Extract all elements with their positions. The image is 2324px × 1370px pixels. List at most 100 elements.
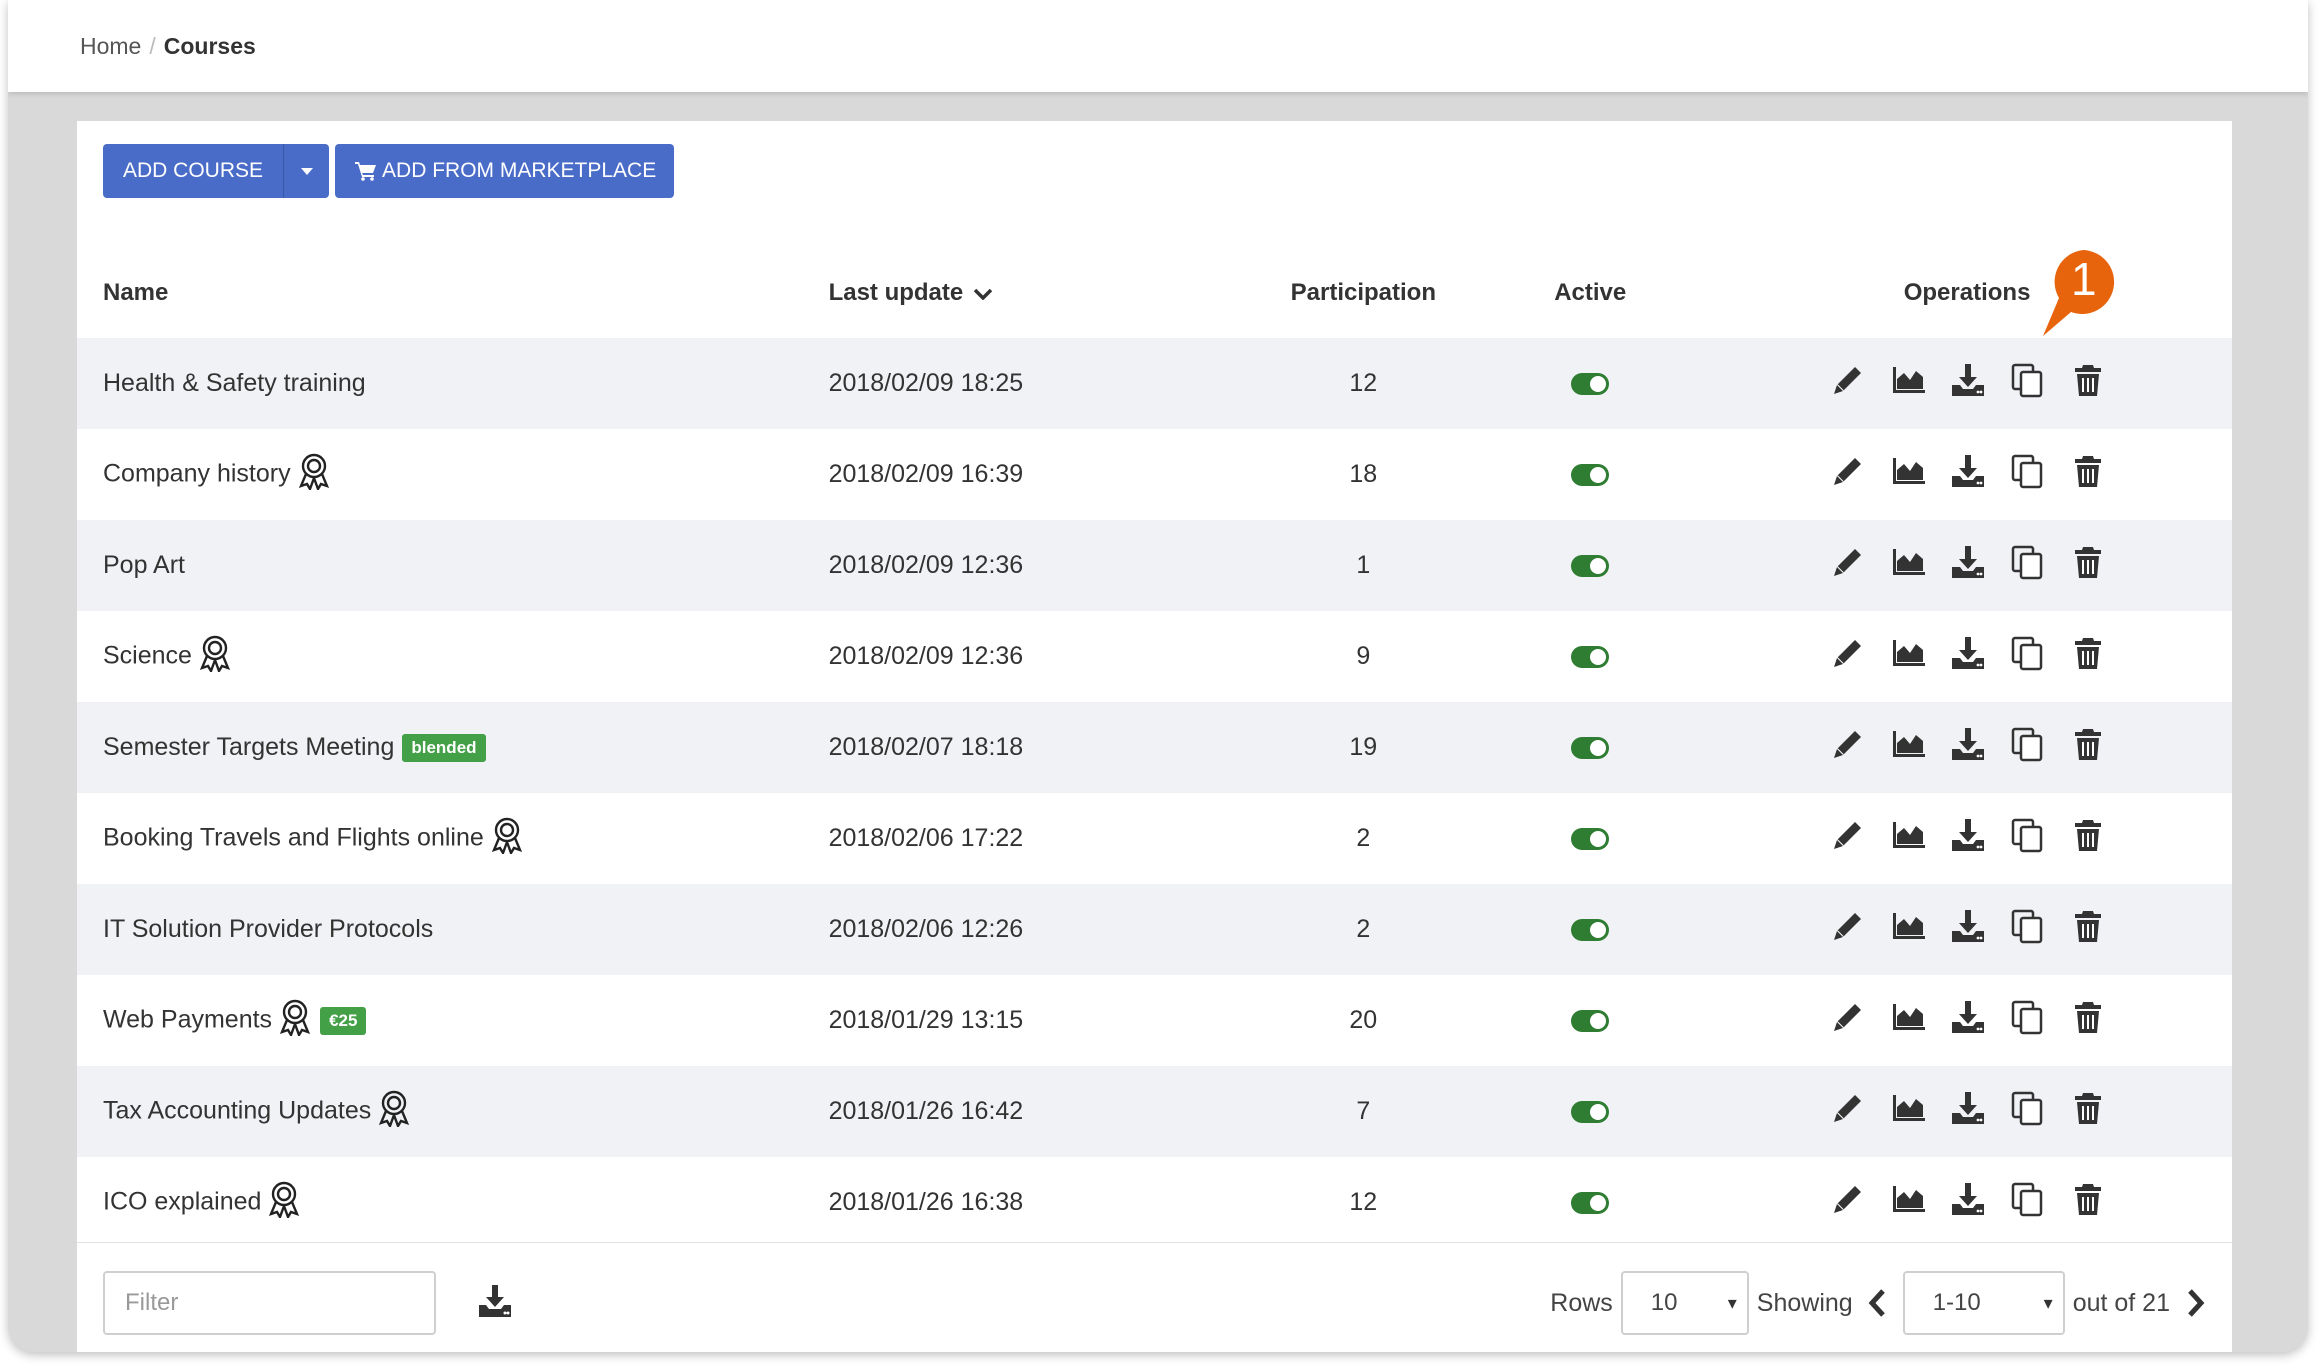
download-icon[interactable] xyxy=(1949,907,1987,945)
reports-chart-icon[interactable] xyxy=(1889,725,1927,763)
course-name[interactable]: Health & Safety training xyxy=(103,369,366,397)
filter-input[interactable]: Filter xyxy=(103,1271,436,1335)
table-row[interactable]: Booking Travels and Flights online 2018/… xyxy=(77,793,2232,884)
active-toggle[interactable] xyxy=(1571,1101,1610,1124)
table-row[interactable]: Pop Art 2018/02/09 12:36 1 xyxy=(77,520,2232,611)
table-row[interactable]: ICO explained 2018/01/26 16:38 12 xyxy=(77,1157,2232,1248)
reports-chart-icon[interactable] xyxy=(1889,1089,1927,1127)
trash-icon[interactable] xyxy=(2069,452,2107,490)
last-update-value: 2018/02/09 12:36 xyxy=(828,551,1024,579)
copy-icon[interactable] xyxy=(2009,543,2047,581)
edit-pencil-icon[interactable] xyxy=(1829,452,1867,490)
edit-pencil-icon[interactable] xyxy=(1829,725,1867,763)
breadcrumb-home[interactable]: Home xyxy=(80,33,141,59)
app-window: Home / Courses ADD COURSE ADD FROM MARKETP… xyxy=(8,0,2308,1352)
table-row[interactable]: Web Payments €25 2018/01/29 13:15 20 xyxy=(77,975,2232,1066)
trash-icon[interactable] xyxy=(2069,1089,2107,1127)
reports-chart-icon[interactable] xyxy=(1889,452,1927,490)
course-name[interactable]: Science xyxy=(103,641,192,669)
active-cell xyxy=(1478,1157,1702,1248)
copy-icon[interactable] xyxy=(2009,634,2047,672)
course-name[interactable]: Pop Art xyxy=(103,551,185,579)
column-header-participation[interactable]: Participation xyxy=(1248,248,1478,338)
column-header-name[interactable]: Name xyxy=(77,248,829,338)
table-row[interactable]: Health & Safety training 2018/02/09 18:2… xyxy=(77,338,2232,429)
edit-pencil-icon[interactable] xyxy=(1829,634,1867,672)
trash-icon[interactable] xyxy=(2069,725,2107,763)
add-course-dropdown-button[interactable] xyxy=(283,144,330,198)
copy-icon[interactable] xyxy=(2009,998,2047,1036)
course-name[interactable]: IT Solution Provider Protocols xyxy=(103,915,433,943)
active-toggle[interactable] xyxy=(1571,737,1610,760)
participation-cell: 18 xyxy=(1248,429,1478,520)
course-name[interactable]: Tax Accounting Updates xyxy=(103,1096,371,1124)
table-row[interactable]: Science 2018/02/09 12:36 9 xyxy=(77,611,2232,702)
edit-pencil-icon[interactable] xyxy=(1829,543,1867,581)
reports-chart-icon[interactable] xyxy=(1889,816,1927,854)
edit-pencil-icon[interactable] xyxy=(1829,1180,1867,1218)
rows-per-page-select[interactable]: 10 xyxy=(1620,1271,1749,1335)
table-row[interactable]: Company history 2018/02/09 16:39 18 xyxy=(77,429,2232,520)
column-header-last-update[interactable]: Last update xyxy=(829,248,1249,338)
download-icon[interactable] xyxy=(1949,634,1987,672)
table-row[interactable]: Tax Accounting Updates 2018/01/26 16:42 … xyxy=(77,1066,2232,1157)
edit-pencil-icon[interactable] xyxy=(1829,816,1867,854)
download-icon[interactable] xyxy=(1949,725,1987,763)
table-row[interactable]: IT Solution Provider Protocols 2018/02/0… xyxy=(77,884,2232,975)
trash-icon[interactable] xyxy=(2069,998,2107,1036)
last-update-value: 2018/01/26 16:38 xyxy=(828,1188,1024,1216)
active-toggle[interactable] xyxy=(1571,828,1610,851)
download-icon[interactable] xyxy=(1949,1089,1987,1127)
reports-chart-icon[interactable] xyxy=(1889,907,1927,945)
add-course-button[interactable]: ADD COURSE xyxy=(103,144,284,198)
active-toggle[interactable] xyxy=(1571,1192,1610,1215)
participation-value: 18 xyxy=(1349,460,1378,488)
download-icon[interactable] xyxy=(1949,543,1987,581)
active-toggle[interactable] xyxy=(1571,373,1610,396)
active-toggle[interactable] xyxy=(1571,464,1610,487)
download-icon[interactable] xyxy=(1949,452,1987,490)
active-toggle[interactable] xyxy=(1571,919,1610,942)
reports-chart-icon[interactable] xyxy=(1889,543,1927,581)
copy-icon[interactable] xyxy=(2009,361,2047,399)
reports-chart-icon[interactable] xyxy=(1889,634,1927,672)
active-toggle[interactable] xyxy=(1571,555,1610,578)
trash-icon[interactable] xyxy=(2069,816,2107,854)
copy-icon[interactable] xyxy=(2009,1089,2047,1127)
active-toggle[interactable] xyxy=(1571,646,1610,669)
copy-icon[interactable] xyxy=(2009,725,2047,763)
course-name[interactable]: ICO explained xyxy=(103,1187,261,1215)
reports-chart-icon[interactable] xyxy=(1889,998,1927,1036)
edit-pencil-icon[interactable] xyxy=(1829,907,1867,945)
course-name[interactable]: Company history xyxy=(103,459,291,487)
download-icon[interactable] xyxy=(1949,998,1987,1036)
chevron-right-icon[interactable] xyxy=(2184,1288,2206,1318)
active-toggle[interactable] xyxy=(1571,1010,1610,1033)
copy-icon[interactable] xyxy=(2009,1180,2047,1218)
copy-icon[interactable] xyxy=(2009,452,2047,490)
download-icon[interactable] xyxy=(1949,816,1987,854)
copy-icon[interactable] xyxy=(2009,907,2047,945)
download-icon[interactable] xyxy=(1949,361,1987,399)
export-download-icon[interactable] xyxy=(477,1283,513,1319)
course-name[interactable]: Semester Targets Meeting xyxy=(103,733,394,761)
add-from-marketplace-button[interactable]: ADD FROM MARKETPLACE xyxy=(335,144,675,198)
reports-chart-icon[interactable] xyxy=(1889,1180,1927,1218)
table-row[interactable]: Semester Targets Meeting blended 2018/02/… xyxy=(77,702,2232,793)
trash-icon[interactable] xyxy=(2069,907,2107,945)
edit-pencil-icon[interactable] xyxy=(1829,361,1867,399)
course-name[interactable]: Booking Travels and Flights online xyxy=(103,823,484,851)
page-range-select[interactable]: 1-10 xyxy=(1902,1271,2065,1335)
reports-chart-icon[interactable] xyxy=(1889,361,1927,399)
trash-icon[interactable] xyxy=(2069,543,2107,581)
trash-icon[interactable] xyxy=(2069,1180,2107,1218)
column-header-active[interactable]: Active xyxy=(1478,248,1702,338)
edit-pencil-icon[interactable] xyxy=(1829,1089,1867,1127)
trash-icon[interactable] xyxy=(2069,634,2107,672)
edit-pencil-icon[interactable] xyxy=(1829,998,1867,1036)
download-icon[interactable] xyxy=(1949,1180,1987,1218)
chevron-left-icon[interactable] xyxy=(1867,1288,1889,1318)
trash-icon[interactable] xyxy=(2069,361,2107,399)
copy-icon[interactable] xyxy=(2009,816,2047,854)
course-name[interactable]: Web Payments xyxy=(103,1005,272,1033)
